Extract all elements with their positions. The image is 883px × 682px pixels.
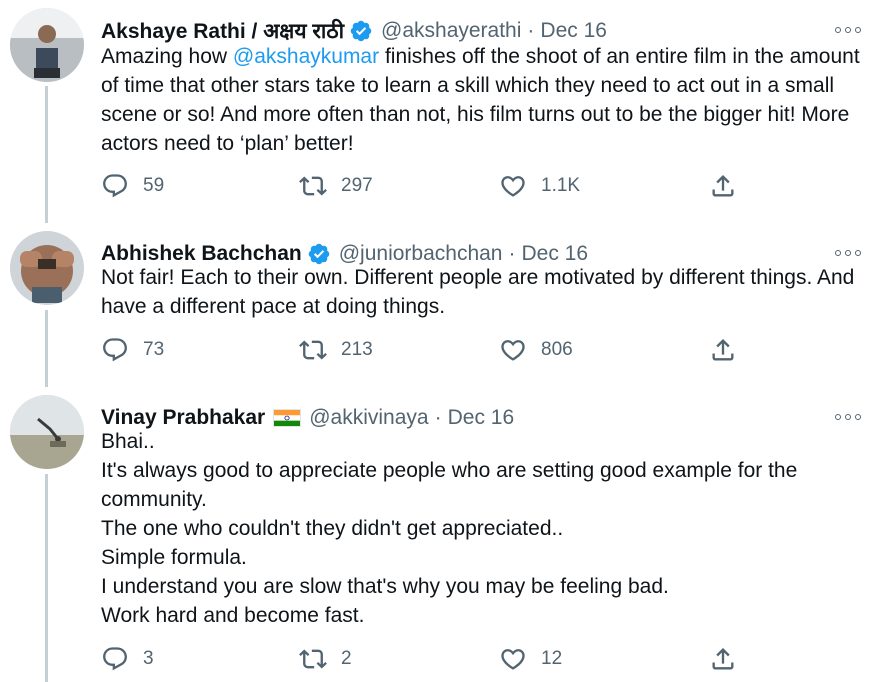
tweet-text: Not fair! Each to their own. Different p… xyxy=(101,266,855,318)
tweet-actions: 59 297 1.1K xyxy=(101,171,761,201)
reply-button[interactable]: 3 xyxy=(101,644,154,674)
retweet-icon xyxy=(299,172,327,200)
reply-count: 3 xyxy=(143,648,154,669)
like-count: 1.1K xyxy=(541,175,581,196)
retweet-icon xyxy=(299,645,327,673)
separator: · xyxy=(527,19,535,42)
tweet-line: The one who couldn't they didn't get app… xyxy=(101,517,564,540)
share-icon xyxy=(709,336,737,364)
tweet-line: Bhai.. xyxy=(101,430,155,453)
reply-count: 59 xyxy=(143,175,165,196)
heart-icon xyxy=(499,336,527,364)
reply-button[interactable]: 59 xyxy=(101,171,164,201)
tweet-line: Simple formula. xyxy=(101,546,247,569)
reply-count: 73 xyxy=(143,339,165,360)
share-button[interactable] xyxy=(709,335,751,365)
tweet-line: It's always good to appreciate people wh… xyxy=(101,459,798,511)
retweet-button[interactable]: 213 xyxy=(299,335,373,365)
reply-icon xyxy=(101,645,129,673)
share-icon xyxy=(709,172,737,200)
more-icon[interactable] xyxy=(835,407,861,427)
retweet-count: 213 xyxy=(341,339,373,360)
tweet-text: Bhai.. It's always good to appreciate pe… xyxy=(101,427,871,630)
heart-icon xyxy=(499,172,527,200)
tweet-line: Work hard and become fast. xyxy=(101,604,365,627)
reply-icon xyxy=(101,336,129,364)
tweet[interactable]: Abhishek Bachchan @juniorbachchan · Dec … xyxy=(0,231,883,376)
share-button[interactable] xyxy=(709,644,751,674)
like-button[interactable]: 12 xyxy=(499,644,562,674)
more-icon[interactable] xyxy=(835,243,861,263)
retweet-count: 2 xyxy=(341,648,352,669)
like-count: 806 xyxy=(541,339,573,360)
heart-icon xyxy=(499,645,527,673)
retweet-icon xyxy=(299,336,327,364)
tweet-text-part: Amazing how xyxy=(101,45,233,68)
more-icon[interactable] xyxy=(835,20,861,40)
mention-link[interactable]: @akshaykumar xyxy=(233,45,379,68)
tweet[interactable]: Vinay Prabhakar @akkivinaya · Dec 16 Bha… xyxy=(0,395,883,682)
tweet[interactable]: Akshaye Rathi / अक्षय राठी @akshayerathi… xyxy=(0,8,883,218)
retweet-button[interactable]: 2 xyxy=(299,644,352,674)
reply-icon xyxy=(101,172,129,200)
retweet-button[interactable]: 297 xyxy=(299,171,373,201)
share-button[interactable] xyxy=(709,171,751,201)
avatar[interactable] xyxy=(10,395,84,469)
retweet-count: 297 xyxy=(341,175,373,196)
like-count: 12 xyxy=(541,648,563,669)
tweet-actions: 3 2 12 xyxy=(101,644,761,674)
tweet-line: I understand you are slow that's why you… xyxy=(101,575,669,598)
tweet-date[interactable]: Dec 16 xyxy=(540,19,607,43)
author-handle[interactable]: @akshayerathi xyxy=(381,19,521,43)
avatar[interactable] xyxy=(10,231,84,305)
share-icon xyxy=(709,645,737,673)
india-flag-icon xyxy=(273,409,302,427)
like-button[interactable]: 806 xyxy=(499,335,573,365)
avatar[interactable] xyxy=(10,8,84,82)
like-button[interactable]: 1.1K xyxy=(499,171,580,201)
verified-badge-icon xyxy=(349,19,373,43)
tweet-text: Amazing how @akshaykumar finishes off th… xyxy=(101,42,871,158)
author-name[interactable]: Akshaye Rathi / अक्षय राठी xyxy=(101,17,344,45)
reply-button[interactable]: 73 xyxy=(101,335,164,365)
tweet-actions: 73 213 806 xyxy=(101,335,761,365)
